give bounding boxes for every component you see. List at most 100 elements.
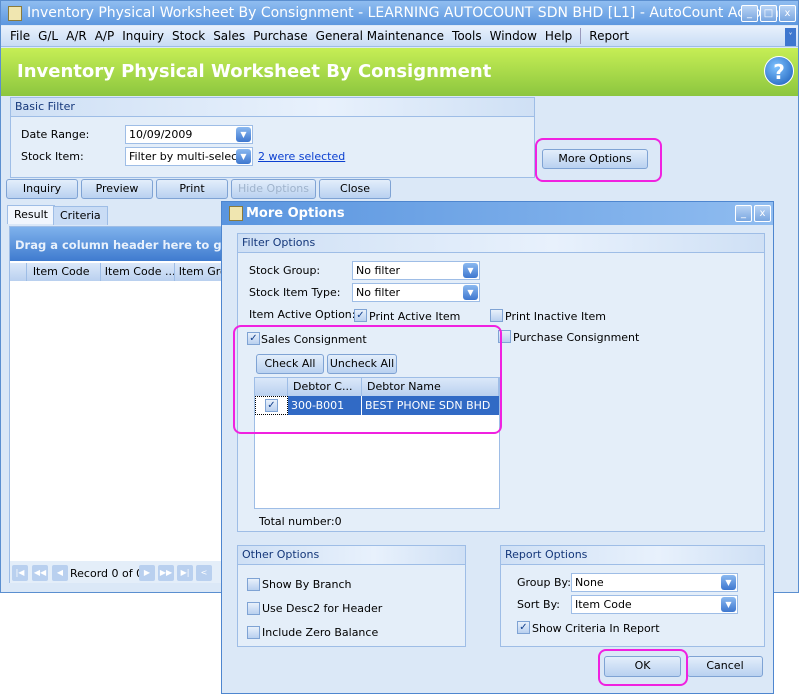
menu-inquiry[interactable]: Inquiry (122, 29, 164, 43)
stock-group-label: Stock Group: (249, 264, 321, 277)
chevron-down-icon[interactable]: ▼ (236, 127, 251, 142)
chevron-down-icon[interactable]: ▼ (463, 263, 478, 278)
prev-record-icon[interactable]: ◀ (52, 565, 68, 581)
next-record-icon[interactable]: ▶ (139, 565, 155, 581)
date-range-value: 10/09/2009 (129, 128, 193, 141)
chevron-down-icon[interactable]: ▼ (463, 285, 478, 300)
date-range-combo[interactable]: 10/09/2009 ▼ (125, 125, 253, 144)
show-criteria-checkbox[interactable]: ✓ (517, 621, 530, 634)
scroll-left-icon[interactable]: < (196, 565, 212, 581)
chevron-down-icon[interactable]: ▼ (236, 149, 251, 164)
group-by-label: Group By: (517, 576, 571, 589)
stock-item-type-combo[interactable]: No filter ▼ (352, 283, 480, 302)
use-desc2-checkbox[interactable] (247, 602, 260, 615)
group-by-combo[interactable]: None ▼ (571, 573, 738, 592)
column-item-group[interactable]: Item Gro (174, 263, 224, 281)
print-inactive-label: Print Inactive Item (505, 310, 606, 323)
sort-by-label: Sort By: (517, 598, 561, 611)
sort-by-value: Item Code (575, 598, 632, 611)
other-options-group: Other Options Show By Branch Use Desc2 f… (237, 545, 466, 647)
report-options-title: Report Options (501, 546, 764, 565)
menu-gl[interactable]: G/L (38, 29, 58, 43)
show-by-branch-checkbox[interactable] (247, 578, 260, 591)
last-record-icon[interactable]: ▶| (177, 565, 193, 581)
hide-options-button[interactable]: Hide Options (231, 179, 316, 199)
print-active-checkbox[interactable]: ✓ (354, 309, 367, 322)
stock-item-type-value: No filter (356, 286, 401, 299)
chevron-down-icon[interactable]: ▼ (721, 597, 736, 612)
menu-stock[interactable]: Stock (172, 29, 205, 43)
include-zero-balance-checkbox[interactable] (247, 626, 260, 639)
stock-group-combo[interactable]: No filter ▼ (352, 261, 480, 280)
dialog-icon (229, 206, 243, 221)
menu-help[interactable]: Help (545, 29, 572, 43)
page-title: Inventory Physical Worksheet By Consignm… (1, 48, 798, 96)
basic-filter-title: Basic Filter (11, 98, 534, 117)
stock-item-label: Stock Item: (21, 150, 84, 163)
menu-window[interactable]: Window (490, 29, 537, 43)
selected-items-link[interactable]: 2 were selected (258, 150, 345, 163)
minimize-button[interactable]: _ (741, 5, 758, 22)
group-by-value: None (575, 576, 604, 589)
first-record-icon[interactable]: |◀ (12, 565, 28, 581)
tab-result[interactable]: Result (7, 205, 55, 224)
record-count: Record 0 of 0 (70, 567, 144, 580)
row-indicator-header (10, 263, 27, 281)
close-window-button[interactable]: x (779, 5, 796, 22)
stock-item-type-label: Stock Item Type: (249, 286, 341, 299)
next-page-icon[interactable]: ▶▶ (158, 565, 174, 581)
menu-report[interactable]: Report (589, 29, 629, 43)
prev-page-icon[interactable]: ◀◀ (32, 565, 48, 581)
more-options-dialog: More Options _ x Filter Options Stock Gr… (221, 201, 774, 694)
use-desc2-label: Use Desc2 for Header (262, 602, 383, 615)
chevron-down-icon[interactable]: ▼ (721, 575, 736, 590)
menu-tools[interactable]: Tools (452, 29, 482, 43)
maximize-button[interactable]: □ (760, 5, 777, 22)
include-zero-balance-label: Include Zero Balance (262, 626, 379, 639)
dialog-close-button[interactable]: x (754, 205, 771, 222)
report-options-group: Report Options Group By: None ▼ Sort By: … (500, 545, 765, 647)
menu-file[interactable]: File (10, 29, 30, 43)
filter-options-title: Filter Options (238, 234, 764, 253)
stock-group-value: No filter (356, 264, 401, 277)
other-options-title: Other Options (238, 546, 465, 565)
preview-button[interactable]: Preview (81, 179, 153, 199)
print-active-label: Print Active Item (369, 310, 461, 323)
print-inactive-checkbox[interactable] (490, 309, 503, 322)
tab-criteria[interactable]: Criteria (53, 206, 108, 225)
inquiry-button[interactable]: Inquiry (6, 179, 78, 199)
menu-sales[interactable]: Sales (213, 29, 245, 43)
menu-overflow-chevron-icon[interactable]: ˅ (785, 28, 796, 46)
menu-separator (580, 28, 582, 44)
result-grid: Drag a column header here to group Item … (9, 226, 225, 583)
highlight-more-options (535, 138, 662, 182)
print-button[interactable]: Print (156, 179, 228, 199)
purchase-consignment-label: Purchase Consignment (513, 331, 640, 344)
stock-item-value: Filter by multi-select (129, 150, 242, 163)
column-item-code[interactable]: Item Code (26, 263, 101, 281)
highlight-ok (598, 649, 688, 686)
stock-item-combo[interactable]: Filter by multi-select ▼ (125, 147, 253, 166)
cancel-button[interactable]: Cancel (687, 656, 763, 677)
sort-by-combo[interactable]: Item Code ▼ (571, 595, 738, 614)
total-number: Total number:0 (259, 515, 342, 528)
column-item-code-2[interactable]: Item Code ... (100, 263, 175, 281)
menu-ap[interactable]: A/P (95, 29, 115, 43)
show-criteria-label: Show Criteria In Report (532, 622, 660, 635)
menu-general-maintenance[interactable]: General Maintenance (316, 29, 444, 43)
close-button[interactable]: Close (319, 179, 391, 199)
menu-bar: File G/L A/R A/P Inquiry Stock Sales Pur… (1, 26, 798, 47)
help-icon[interactable]: ? (764, 56, 794, 86)
menu-ar[interactable]: A/R (66, 29, 87, 43)
group-by-panel: Drag a column header here to group (10, 227, 224, 261)
app-icon (8, 6, 22, 21)
menu-purchase[interactable]: Purchase (253, 29, 308, 43)
dialog-title: More Options (222, 202, 773, 225)
show-by-branch-label: Show By Branch (262, 578, 352, 591)
dialog-minimize-button[interactable]: _ (735, 205, 752, 222)
item-active-label: Item Active Option: (249, 308, 356, 321)
date-range-label: Date Range: (21, 128, 90, 141)
basic-filter-group: Basic Filter Date Range: 10/09/2009 ▼ Sto… (10, 97, 535, 178)
window-title: Inventory Physical Worksheet By Consignm… (1, 1, 798, 25)
highlight-sales-consignment (233, 325, 502, 434)
